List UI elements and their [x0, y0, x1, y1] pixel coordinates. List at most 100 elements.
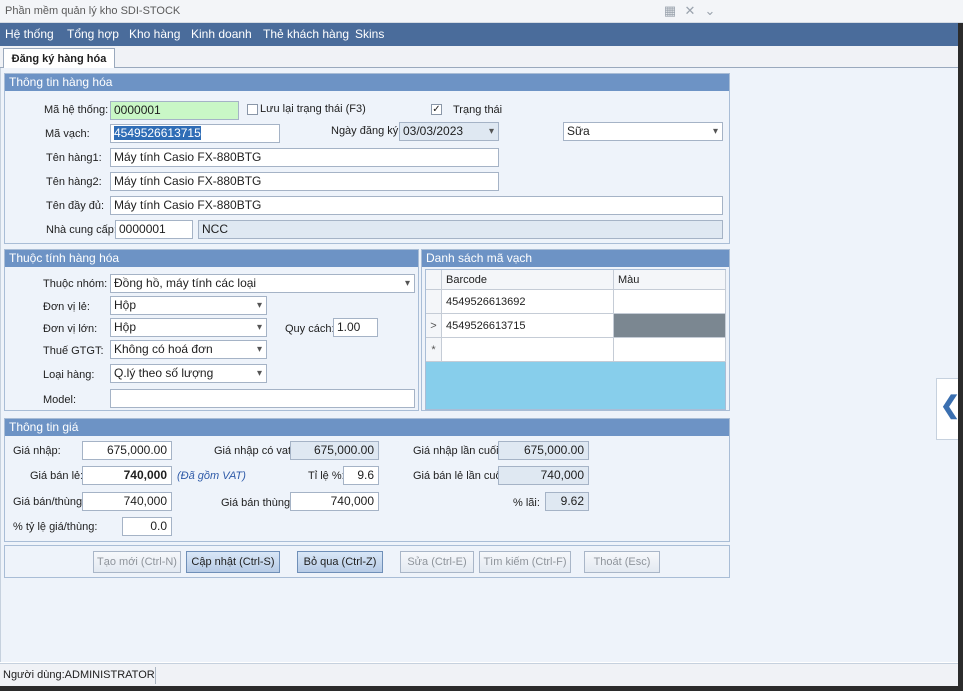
barcode-grid: Barcode Màu 4549526613692 > 454952661371…	[425, 269, 726, 410]
ten-hang2-label: Tên hàng2:	[46, 176, 102, 188]
ma-he-thong-label: Mã hệ thống:	[44, 104, 109, 116]
status-divider	[155, 667, 156, 684]
ten-day-du-label: Tên đầy đủ:	[46, 200, 105, 212]
ma-vach-field[interactable]: 4549526613715	[110, 124, 280, 143]
ngay-dang-ky-field[interactable]: 03/03/2023	[399, 122, 499, 141]
nha-cung-cap-label: Nhà cung cấp:	[46, 224, 117, 236]
gia-nhap-field[interactable]: 675,000.00	[82, 441, 172, 460]
lai-label: % lãi:	[513, 497, 540, 509]
side-panel-toggle[interactable]: ❮	[936, 378, 961, 440]
tab-strip	[0, 46, 958, 68]
attr-panel-title: Thuộc tính hàng hóa	[5, 250, 418, 267]
tim-kiem-button[interactable]: Tìm kiếm (Ctrl-F)	[479, 551, 571, 573]
menu-bar: Hệ thống Tổng hợp Kho hàng Kinh doanh Th…	[0, 23, 963, 46]
nha-cung-cap-code-field[interactable]: 0000001	[115, 220, 193, 239]
loai-hang-select[interactable]: Q.lý theo số lượng	[110, 364, 267, 383]
model-field[interactable]	[110, 389, 415, 408]
ma-he-thong-field[interactable]: 0000001	[110, 101, 239, 120]
row-indicator[interactable]	[426, 290, 442, 314]
gia-nhap-vat-label: Giá nhập có vat:	[214, 445, 295, 457]
gia-nhap-cuoi-field: 675,000.00	[498, 441, 589, 460]
status-user: Người dùng:ADMINISTRATOR	[3, 669, 155, 681]
nha-cung-cap-name-field: NCC	[198, 220, 723, 239]
ten-hang1-label: Tên hàng1:	[46, 152, 102, 164]
gia-nhap-cuoi-label: Giá nhập lần cuối:	[413, 445, 502, 457]
ten-hang2-field[interactable]: Máy tính Casio FX-880BTG	[110, 172, 499, 191]
ty-le-thung-field[interactable]: 0.0	[122, 517, 172, 536]
chevron-left-icon: ❮	[940, 392, 961, 419]
gia-ban-thung2-field[interactable]: 740,000	[290, 492, 379, 511]
tao-moi-button[interactable]: Tạo mới (Ctrl-N)	[93, 551, 181, 573]
quy-cach-field[interactable]: 1.00	[333, 318, 378, 337]
ti-le-field[interactable]: 9.6	[343, 466, 379, 485]
grid-cell-barcode[interactable]: 4549526613715	[442, 314, 614, 338]
grid-cell-barcode[interactable]: 4549526613692	[442, 290, 614, 314]
trang-thai-label: Trạng thái	[453, 104, 503, 116]
loai-hang-label: Loại hàng:	[43, 369, 95, 381]
gia-ban-thung-field[interactable]: 740,000	[82, 492, 172, 511]
title-bar: Phần mềm quản lý kho SDI-STOCK ▦ ✕ ⌄	[0, 0, 963, 23]
trang-thai-checkbox[interactable]: ✓	[431, 104, 442, 115]
price-panel-title: Thông tin giá	[5, 419, 729, 436]
menu-skins[interactable]: Skins	[355, 27, 384, 41]
thoat-button[interactable]: Thoát (Esc)	[584, 551, 660, 573]
tab-dang-ky-hang-hoa[interactable]: Đăng ký hàng hóa	[3, 48, 115, 69]
thue-gtgt-select[interactable]: Không có hoá đơn	[110, 340, 267, 359]
ten-day-du-field[interactable]: Máy tính Casio FX-880BTG	[110, 196, 723, 215]
thuoc-nhom-label: Thuộc nhóm:	[43, 278, 108, 290]
barcode-panel-title: Danh sách mã vạch	[422, 250, 729, 267]
ma-vach-value: 4549526613715	[114, 126, 201, 140]
ti-le-label: Tỉ lệ %:	[308, 470, 345, 482]
gia-ban-le-cuoi-field: 740,000	[498, 466, 589, 485]
ten-hang1-field[interactable]: Máy tính Casio FX-880BTG	[110, 148, 499, 167]
window-edge	[958, 23, 963, 691]
window-title: Phần mềm quản lý kho SDI-STOCK	[5, 5, 181, 17]
menu-kho-hang[interactable]: Kho hàng	[129, 27, 180, 41]
grid-header-barcode[interactable]: Barcode	[442, 270, 614, 290]
row-indicator[interactable]: *	[426, 338, 442, 362]
model-label: Model:	[43, 394, 77, 406]
ty-le-thung-label: % tỷ lệ giá/thùng:	[13, 521, 98, 533]
cap-nhat-button[interactable]: Cập nhật (Ctrl-S)	[186, 551, 280, 573]
quy-cach-label: Quy cách:	[285, 323, 335, 335]
ngay-dang-ky-label: Ngày đăng ký:	[331, 125, 402, 137]
menu-tong-hop[interactable]: Tổng hợp	[67, 27, 119, 41]
status-bar: Người dùng:ADMINISTRATOR	[0, 663, 958, 686]
gia-ban-le-field[interactable]: 740,000	[82, 466, 172, 485]
menu-the-khach-hang[interactable]: Thẻ khách hàng	[263, 27, 349, 41]
grid-header-mau[interactable]: Màu	[614, 270, 726, 290]
row-indicator[interactable]: >	[426, 314, 442, 338]
gia-ban-thung-label: Giá bán/thùng:	[13, 496, 86, 508]
grid-cell-mau-selected[interactable]	[614, 314, 726, 338]
don-vi-lon-select[interactable]: Hộp	[110, 318, 267, 337]
vat-note: (Đã gồm VAT)	[177, 470, 246, 482]
info-panel-title: Thông tin hàng hóa	[5, 74, 729, 91]
thuoc-nhom-select[interactable]: Đồng hồ, máy tính các loại	[110, 274, 415, 293]
grid-icon[interactable]: ▦	[662, 3, 678, 19]
thue-gtgt-label: Thuế GTGT:	[43, 345, 104, 357]
gia-nhap-label: Giá nhập:	[13, 445, 61, 457]
grid-cell-barcode[interactable]	[442, 338, 614, 362]
grid-cell-mau[interactable]	[614, 338, 726, 362]
luu-lai-label: Lưu lại trạng thái (F3)	[260, 103, 366, 115]
menu-kinh-doanh[interactable]: Kinh doanh	[191, 27, 252, 41]
don-vi-lon-label: Đơn vị lớn:	[43, 323, 98, 335]
don-vi-le-select[interactable]: Hộp	[110, 296, 267, 315]
sua-button[interactable]: Sửa (Ctrl-E)	[400, 551, 474, 573]
lai-field: 9.62	[545, 492, 589, 511]
grid-cell-mau[interactable]	[614, 290, 726, 314]
luu-lai-checkbox[interactable]	[247, 104, 258, 115]
menu-he-thong[interactable]: Hệ thống	[5, 27, 54, 41]
gia-ban-le-cuoi-label: Giá bán lẻ lần cuối:	[413, 470, 508, 482]
ma-vach-label: Mã vạch:	[45, 128, 90, 140]
collapse-icon[interactable]: ✕	[682, 3, 698, 19]
bo-qua-button[interactable]: Bỏ qua (Ctrl-Z)	[297, 551, 383, 573]
gia-ban-thung2-label: Giá bán thùng:	[221, 497, 294, 509]
don-vi-le-label: Đơn vị lẻ:	[43, 301, 90, 313]
gia-ban-le-label: Giá bán lẻ:	[30, 470, 84, 482]
grid-corner	[426, 270, 442, 290]
gia-nhap-vat-field: 675,000.00	[290, 441, 379, 460]
window-bottom-edge	[0, 686, 963, 691]
status-select[interactable]: Sữa	[563, 122, 723, 141]
chevron-down-icon[interactable]: ⌄	[702, 3, 718, 19]
